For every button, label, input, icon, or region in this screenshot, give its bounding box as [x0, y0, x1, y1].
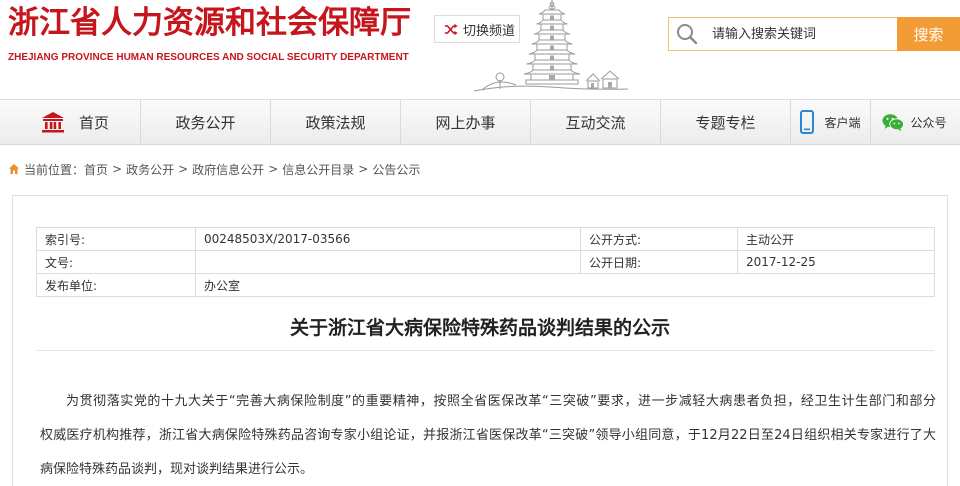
search-input[interactable]	[712, 19, 892, 49]
meta-value-publish-date: 2017-12-25	[737, 250, 935, 274]
home-icon	[41, 112, 64, 133]
title-divider	[36, 350, 934, 351]
breadcrumb-item-government-affairs[interactable]: 政务公开	[126, 161, 174, 178]
nav-item-policies-regulations[interactable]: 政策法规	[270, 100, 400, 144]
meta-value-disclosure-method: 主动公开	[737, 227, 935, 251]
breadcrumb-prefix: 当前位置：	[24, 162, 85, 177]
nav-item-special-topics[interactable]: 专题专栏	[660, 100, 790, 144]
meta-label-index-number: 索引号:	[36, 227, 196, 251]
nav-item-home[interactable]: 首页	[10, 100, 140, 144]
breadcrumb-separator: >	[268, 162, 279, 176]
article-title: 关于浙江省大病保险特殊药品谈判结果的公示	[289, 317, 670, 339]
article-body-line: 为贯彻落实党的十九大关于“完善大病保险制度”的重要精神，按照全省医保改革“三突破…	[66, 394, 936, 409]
breadcrumb-item-home[interactable]: 首页	[84, 161, 108, 178]
nav-item-label: 首页	[78, 113, 109, 132]
meta-label-disclosure-method: 公开方式:	[580, 227, 738, 251]
main-nav: 首页 政务公开 政策法规 网上办事 互动交流 专题专栏 客户端 公众号	[0, 99, 960, 145]
shuffle-icon	[444, 23, 458, 35]
meta-value-document-number	[195, 250, 581, 274]
nav-item-online-services[interactable]: 网上办事	[400, 100, 530, 144]
mobile-phone-icon	[800, 110, 815, 134]
breadcrumb-separator: >	[112, 162, 123, 176]
breadcrumb-item-government-information[interactable]: 政府信息公开	[192, 161, 264, 178]
nav-item-wechat-account[interactable]: 公众号	[870, 100, 958, 144]
site-logo-title[interactable]: 浙江省人力资源和社会保障厅	[8, 2, 411, 44]
breadcrumb-item-announcements[interactable]: 公告公示	[372, 161, 420, 178]
site-logo-subtitle[interactable]: ZHEJIANG PROVINCE HUMAN RESOURCES AND SO…	[8, 52, 409, 64]
table-row: 发布单位: 办公室	[36, 273, 935, 297]
breadcrumb-separator: >	[358, 162, 369, 176]
meta-label-publisher: 发布单位:	[36, 273, 196, 297]
meta-value-publisher: 办公室	[195, 273, 935, 297]
breadcrumb-home-icon	[9, 164, 19, 174]
nav-item-label: 公众号	[910, 115, 947, 130]
metadata-table: 索引号: 00248503X/2017-03566 公开方式: 主动公开 文号:…	[36, 227, 935, 297]
site-header: 浙江省人力资源和社会保障厅 ZHEJIANG PROVINCE HUMAN RE…	[0, 0, 960, 99]
table-row: 索引号: 00248503X/2017-03566 公开方式: 主动公开	[36, 227, 935, 251]
article-body: 为贯彻落实党的十九大关于“完善大病保险制度”的重要精神，按照全省医保改革“三突破…	[40, 385, 936, 486]
search-button[interactable]: 搜索	[897, 17, 960, 51]
breadcrumb: 当前位置： 首页 > 政务公开 > 政府信息公开 > 信息公开目录 > 公告公示	[8, 160, 420, 178]
nav-item-mobile-client[interactable]: 客户端	[790, 100, 870, 144]
breadcrumb-separator: >	[178, 162, 189, 176]
article-container: 索引号: 00248503X/2017-03566 公开方式: 主动公开 文号:…	[12, 195, 948, 486]
nav-item-label: 客户端	[824, 115, 861, 130]
meta-label-document-number: 文号:	[36, 250, 196, 274]
breadcrumb-item-information-catalog[interactable]: 信息公开目录	[282, 161, 354, 178]
search-icon	[677, 24, 698, 45]
nav-item-government-affairs[interactable]: 政务公开	[140, 100, 270, 144]
nav-item-interaction[interactable]: 互动交流	[530, 100, 660, 144]
meta-value-index-number: 00248503X/2017-03566	[195, 227, 581, 251]
search-box	[668, 17, 897, 51]
pagoda-illustration	[473, 0, 629, 92]
article-body-line: 病保险特殊药品谈判，现对谈判结果进行公示。	[40, 462, 314, 477]
meta-label-publish-date: 公开日期:	[580, 250, 738, 274]
table-row: 文号: 公开日期: 2017-12-25	[36, 250, 935, 274]
wechat-icon	[882, 113, 905, 131]
article-body-line: 权威医疗机构推荐，浙江省大病保险特殊药品咨询专家小组论证，并报浙江省医保改革“三…	[40, 428, 936, 443]
